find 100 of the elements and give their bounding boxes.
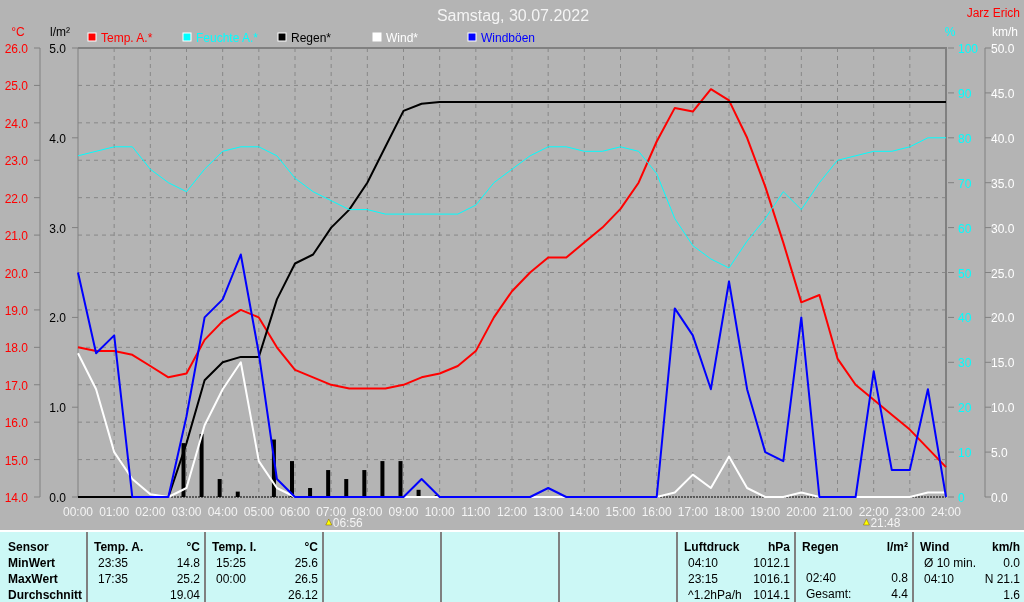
axis-label: 23.0: [4, 154, 28, 169]
x-axis-label: 20:00: [786, 505, 817, 519]
axis-label: 50: [958, 266, 972, 281]
axis-label: 16.0: [4, 416, 28, 431]
column-header: l/m²: [886, 539, 908, 555]
chart-title: Samstag, 30.07.2022: [436, 7, 590, 24]
x-axis-label: 00:00: [63, 505, 93, 519]
axis-label: 25.0: [4, 79, 28, 94]
axis-label: 10: [958, 446, 972, 461]
x-axis-label: 19:00: [750, 505, 781, 519]
column-header: Wind: [920, 539, 950, 555]
sun-marker-icon: [863, 518, 870, 526]
x-axis-label: 08:00: [352, 505, 383, 519]
x-axis-label: 14:00: [569, 505, 600, 519]
axis-label: 40.0: [991, 131, 1015, 146]
row-label: MinWert: [8, 555, 57, 571]
axis-label: 20.0: [991, 311, 1015, 326]
legend-label: Temp. A.*: [101, 31, 153, 45]
table-cell: 26.12: [287, 587, 318, 602]
x-axis-label: 09:00: [388, 505, 419, 519]
table-cell-text: ^1.2hPa/h: [687, 587, 742, 602]
axis-label: 18.0: [4, 341, 28, 356]
x-axis-label: 21:00: [822, 505, 853, 519]
axis-label: 0.0: [49, 491, 66, 505]
axis-label: 35.0: [991, 176, 1015, 191]
axis-label: 80: [958, 131, 972, 146]
x-axis-label: 10:00: [424, 505, 455, 519]
axis-label: 50.0: [991, 42, 1015, 56]
x-axis-label: 23:00: [894, 505, 925, 519]
axis-label: 5.0: [991, 446, 1008, 461]
axis-unit: °C: [11, 25, 25, 39]
axis-label: 45.0: [991, 86, 1015, 101]
axis-label: 24.0: [4, 116, 28, 131]
axis-label: 3.0: [49, 221, 66, 236]
axis-label: 4.0: [49, 131, 66, 146]
table-cell-text: 15:25: [215, 555, 247, 571]
legend-label: Feuchte A.*: [196, 31, 259, 45]
axis-label: 15.0: [991, 356, 1015, 371]
column-header: km/h: [992, 539, 1020, 555]
axis-label: 19.0: [4, 303, 28, 318]
legend-label: Wind*: [386, 31, 418, 45]
table-cell-text: 23:15: [687, 571, 719, 587]
axis-unit: l/m²: [50, 25, 70, 39]
column-header: hPa: [768, 539, 790, 555]
column-header: °C: [186, 539, 200, 555]
table-cell: 0.8: [891, 570, 908, 586]
author-name: Jarz Erich: [966, 6, 1020, 20]
x-axis-label: 07:00: [316, 505, 347, 519]
axis-label: 2.0: [49, 311, 66, 326]
x-axis-label: 22:00: [858, 505, 889, 519]
x-axis-label: 18:00: [714, 505, 744, 519]
x-axis-label: 04:00: [207, 505, 238, 519]
column-header: Regen: [802, 539, 839, 555]
x-axis-label: 06:00: [280, 505, 310, 519]
axis-label: 30.0: [991, 221, 1015, 236]
axis-label: 0: [958, 491, 965, 505]
axis-label: 26.0: [4, 42, 28, 56]
table-cell-text: 17:35: [97, 571, 129, 587]
table-cell-text: 00:00: [215, 571, 247, 587]
x-axis-label: 15:00: [605, 505, 636, 519]
axis-label: 15.0: [4, 453, 28, 468]
column-header: Temp. I.: [212, 539, 257, 555]
row-label: Sensor: [8, 539, 50, 555]
x-axis-label: 16:00: [641, 505, 672, 519]
axis-label: 0.0: [991, 491, 1008, 505]
table-cell: 1012.1: [753, 555, 790, 571]
axis-unit: km/h: [992, 25, 1018, 39]
axis-label: 17.0: [4, 378, 28, 393]
table-cell-text: 04:10: [923, 571, 955, 587]
x-axis-label: 01:00: [99, 505, 130, 519]
x-axis-label: 02:00: [135, 505, 166, 519]
axis-label: 20: [958, 401, 972, 416]
axis-label: 14.0: [4, 491, 28, 505]
column-header: Temp. A.: [94, 539, 144, 555]
axis-label: 20.0: [4, 266, 28, 281]
table-cell: 4.4: [891, 586, 908, 602]
axis-label: 30: [958, 356, 972, 371]
table-cell-text: 23:35: [97, 555, 129, 571]
x-axis-label: 17:00: [677, 505, 708, 519]
x-axis-label: 24:00: [931, 505, 961, 519]
axis-label: 25.0: [991, 266, 1015, 281]
column-header: °C: [304, 539, 318, 555]
table-cell-text: Gesamt:: [805, 586, 852, 602]
legend-label: Windböen: [481, 31, 536, 45]
axis-label: 40: [958, 311, 972, 326]
table-cell: 26.5: [294, 571, 318, 587]
column-header: Luftdruck: [684, 539, 740, 555]
axis-label: 1.0: [49, 401, 66, 416]
table-cell: N 21.1: [984, 571, 1020, 587]
table-cell: 1.6: [1003, 587, 1020, 602]
sun-time-label: 21:48: [870, 516, 901, 530]
sun-time-label: 06:56: [332, 516, 363, 530]
table-cell-text: 02:40: [805, 570, 837, 586]
table-cell: 25.2: [176, 571, 200, 587]
axis-label: 5.0: [49, 42, 66, 56]
axis-label: 22.0: [4, 191, 28, 206]
table-cell-text: Ø 10 min.: [923, 555, 977, 571]
table-cell: 14.8: [176, 555, 200, 571]
table-cell: 1014.1: [753, 587, 790, 602]
axis-label: 70: [958, 176, 972, 191]
